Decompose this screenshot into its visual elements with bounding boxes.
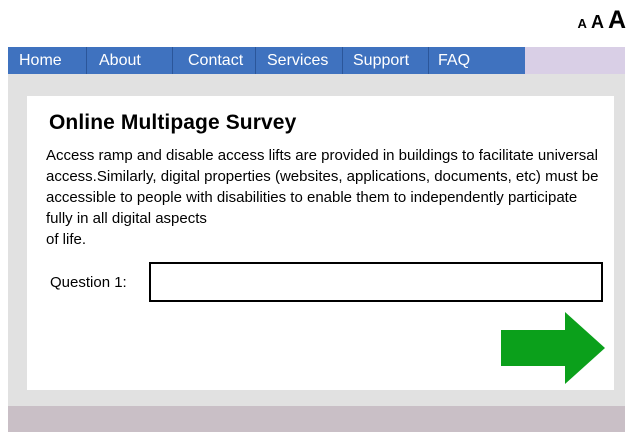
question-1-input[interactable] <box>149 262 603 302</box>
font-size-controls: A A A <box>578 8 626 33</box>
question-1-label: Question 1: <box>50 274 127 291</box>
nav-item-home[interactable]: Home <box>8 47 87 74</box>
page-title: Online Multipage Survey <box>49 111 297 134</box>
font-size-medium-button[interactable]: A <box>591 13 604 31</box>
nav-menu: Home About Contact Services Support FAQ <box>8 47 525 74</box>
right-arrow-icon[interactable] <box>501 312 605 384</box>
nav-item-contact[interactable]: Contact <box>173 47 256 74</box>
main-navigation: Home About Contact Services Support FAQ <box>8 47 625 74</box>
footer-bar <box>8 406 625 432</box>
survey-panel: Online Multipage Survey Access ramp and … <box>27 96 614 390</box>
nav-item-services[interactable]: Services <box>256 47 343 74</box>
nav-item-about[interactable]: About <box>87 47 173 74</box>
next-arrow-shape <box>501 312 605 384</box>
nav-item-support[interactable]: Support <box>343 47 429 74</box>
survey-description: Access ramp and disable access lifts are… <box>46 147 599 248</box>
nav-item-faq[interactable]: FAQ <box>429 47 525 74</box>
font-size-small-button[interactable]: A <box>578 17 587 30</box>
font-size-large-button[interactable]: A <box>608 8 626 33</box>
